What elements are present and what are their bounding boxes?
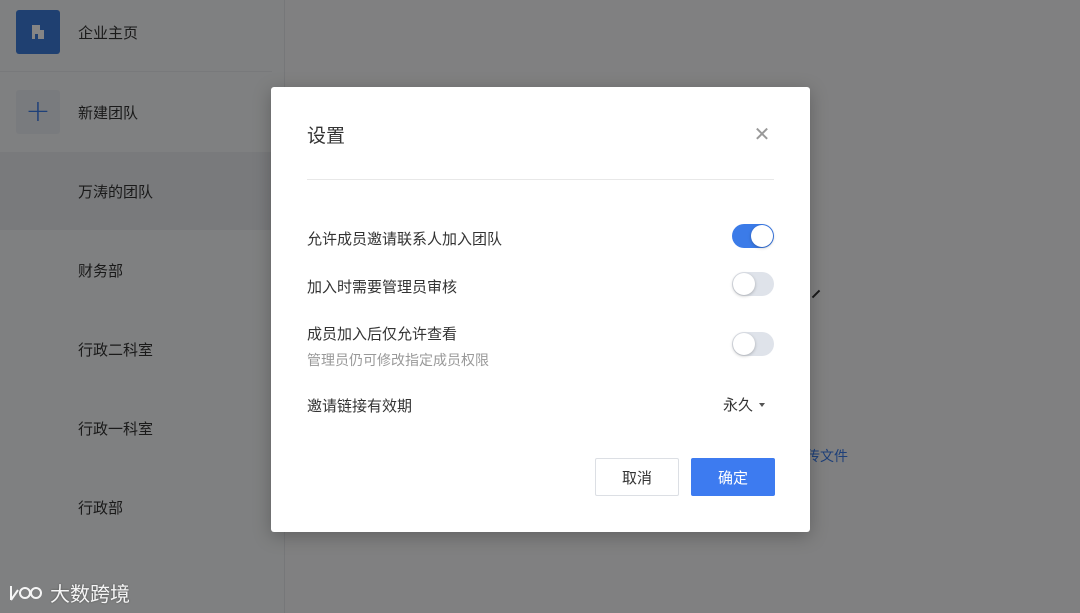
dialog-title: 设置	[307, 125, 346, 147]
settings-dialog: 设置 ✕ 允许成员邀请联系人加入团队 加入时需要管理员审核 成员加入后仅允许查看…	[271, 87, 810, 532]
setting-sublabel-view-only: 管理员仍可修改指定成员权限	[307, 353, 489, 369]
toggle-knob	[751, 225, 773, 247]
toggle-admin-review[interactable]	[732, 272, 774, 296]
toggle-view-only[interactable]	[732, 332, 774, 356]
caret-down-icon	[759, 402, 766, 407]
confirm-button[interactable]: 确定	[691, 458, 775, 496]
link-expiry-select[interactable]: 永久	[723, 394, 766, 415]
setting-label-admin-review: 加入时需要管理员审核	[307, 278, 458, 296]
setting-label-view-only: 成员加入后仅允许查看	[307, 325, 458, 343]
dialog-divider	[307, 179, 774, 180]
close-icon[interactable]: ✕	[751, 123, 773, 145]
setting-label-allow-invite: 允许成员邀请联系人加入团队	[307, 230, 503, 248]
toggle-knob	[733, 273, 755, 295]
link-expiry-value: 永久	[723, 396, 754, 414]
watermark: 大数跨境	[8, 578, 130, 607]
cancel-button[interactable]: 取消	[595, 458, 679, 496]
watermark-text: 大数跨境	[50, 582, 130, 606]
toggle-allow-invite[interactable]	[732, 224, 774, 248]
toggle-knob	[733, 333, 755, 355]
watermark-logo	[10, 585, 42, 601]
setting-label-link-expiry: 邀请链接有效期	[307, 397, 413, 415]
